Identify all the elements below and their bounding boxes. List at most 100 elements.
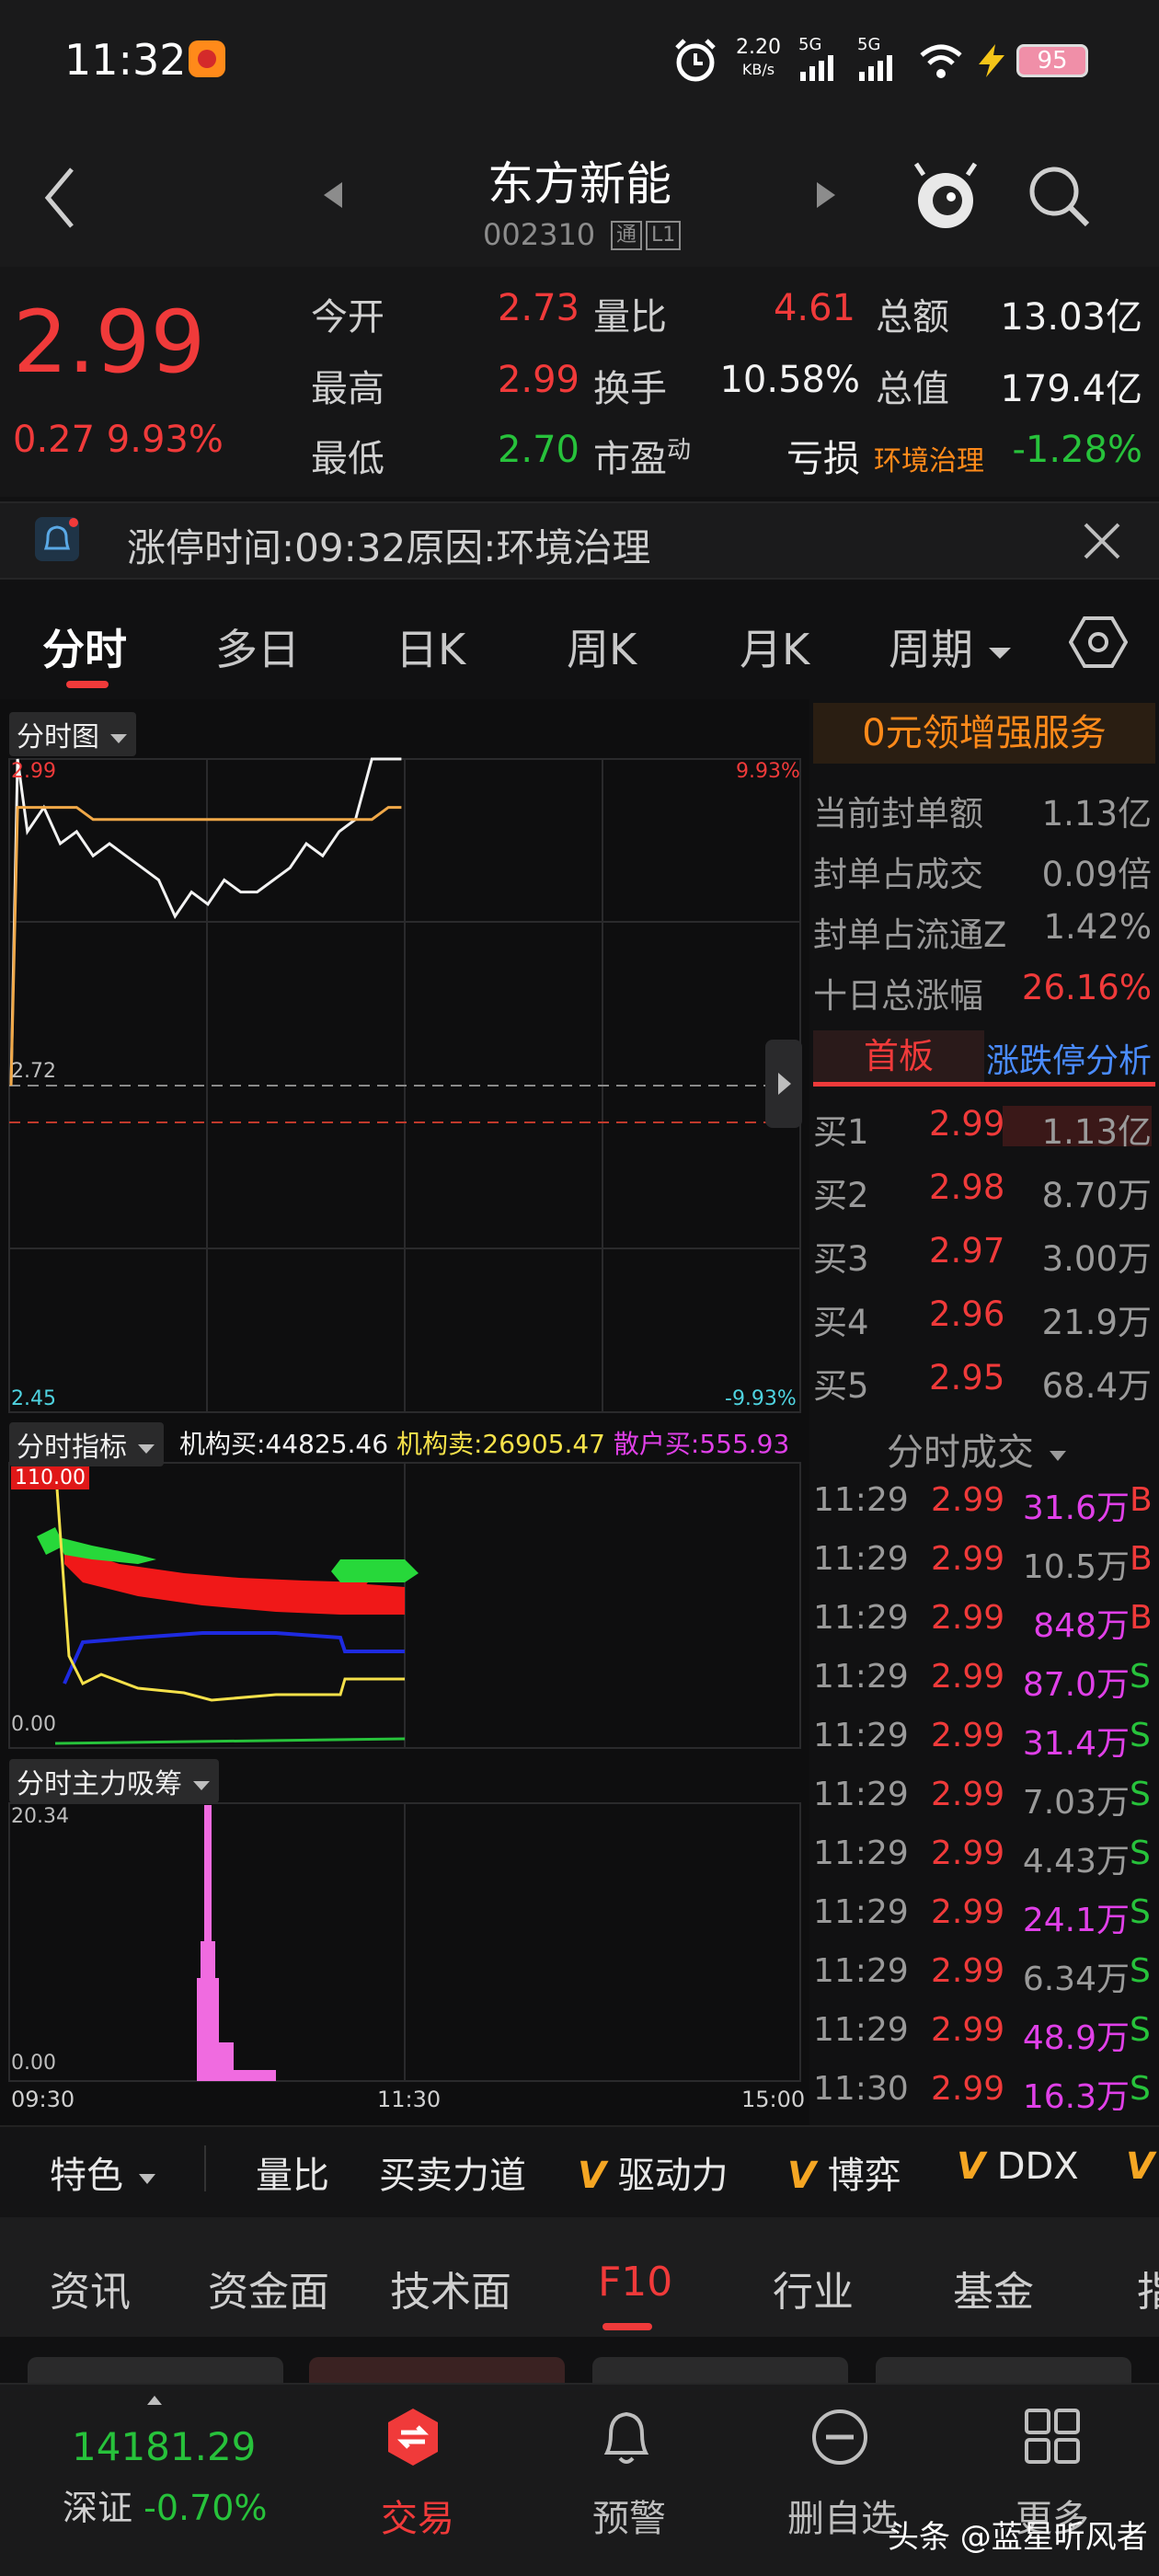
stat-label: 十日总涨幅	[813, 976, 983, 1016]
expand-up-icon[interactable]	[145, 2394, 164, 2407]
next-stock-icon[interactable]	[815, 180, 837, 210]
info-tab-more[interactable]: 指	[1137, 2259, 1159, 2317]
index-value[interactable]: 14181.29	[72, 2424, 256, 2469]
trade-time: 11:29	[813, 1776, 909, 1813]
special-feature-menu[interactable]: 特色	[50, 2145, 159, 2199]
trade-side: B	[1130, 1599, 1153, 1637]
vip-v-icon: V	[787, 2155, 816, 2197]
trade-price: 2.99	[931, 1599, 1005, 1637]
info-tab-industry[interactable]: 行业	[773, 2259, 854, 2317]
first-board-tab[interactable]: 首板	[813, 1030, 984, 1082]
feature-game[interactable]: V 博弈	[787, 2145, 901, 2199]
close-icon[interactable]	[1082, 521, 1122, 561]
more-grid-icon[interactable]	[1023, 2407, 1082, 2466]
trade-price: 2.99	[931, 2011, 1005, 2049]
sector-name[interactable]: 环境治理	[874, 438, 984, 478]
indicator-min-label: 0.00	[11, 1713, 56, 1736]
settings-hexagon-icon[interactable]	[1069, 615, 1128, 670]
search-icon[interactable]	[1027, 164, 1093, 230]
trade-side: S	[1130, 1717, 1151, 1754]
network-2-label: 5G	[857, 35, 881, 54]
pe-value: 亏损	[786, 438, 860, 480]
trade-volume: 7.03万	[1022, 1784, 1130, 1822]
tab-multi-day[interactable]: 多日	[215, 616, 300, 677]
feature-buy-sell-force[interactable]: 买卖力道	[379, 2145, 526, 2199]
expand-chart-handle[interactable]	[765, 1040, 802, 1128]
tab-divider	[813, 1082, 1155, 1087]
tab-weekly-k[interactable]: 周K	[567, 616, 637, 677]
trade-price: 2.99	[931, 1717, 1005, 1754]
content-card	[309, 2357, 565, 2383]
trade-volume: 848万	[1033, 1607, 1130, 1645]
content-card	[28, 2357, 283, 2383]
alert-bell-icon[interactable]	[598, 2407, 655, 2467]
notice-text: 涨停时间:09:32原因:环境治理	[127, 525, 651, 570]
info-tab-capital[interactable]: 资金面	[208, 2259, 329, 2317]
trade-time: 11:29	[813, 1481, 909, 1519]
trade-time: 11:29	[813, 1952, 909, 1990]
mascot-icon[interactable]	[911, 158, 981, 234]
bid-price: 2.95	[929, 1358, 1005, 1397]
trade-volume: 87.0万	[1022, 1666, 1130, 1704]
stock-code: 002310	[483, 217, 596, 252]
info-tab-f10[interactable]: F10	[598, 2259, 672, 2306]
feature-ddx[interactable]: V DDX	[957, 2145, 1079, 2188]
main-chart-selector[interactable]: 分时图	[9, 712, 136, 756]
trade-icon[interactable]	[383, 2407, 443, 2467]
indicator-selector[interactable]: 分时指标	[9, 1422, 164, 1466]
turnover-amount-label: 总额	[876, 296, 949, 339]
flow-label: 分时主力吸筹	[17, 1768, 182, 1800]
limit-analysis-tab[interactable]: 涨跌停分析	[986, 1034, 1152, 1082]
bid-label: 买4	[813, 1303, 869, 1342]
open-label: 今开	[311, 296, 384, 339]
network-1-label: 5G	[798, 35, 822, 54]
trades-title[interactable]: 分时成交	[887, 1422, 1070, 1476]
content-card	[592, 2357, 848, 2383]
watermark: 头条 @蓝星听风者	[888, 2519, 1148, 2556]
pct-high-label: 9.93%	[736, 760, 800, 783]
pe-label-text: 市盈	[593, 438, 667, 480]
bid-volume: 21.9万	[1041, 1303, 1152, 1342]
trade-volume: 31.4万	[1022, 1725, 1130, 1763]
trade-price: 2.99	[931, 1776, 1005, 1813]
info-tab-news[interactable]: 资讯	[50, 2259, 131, 2317]
trade-volume: 31.6万	[1022, 1489, 1130, 1527]
nav-alert[interactable]: 预警	[592, 2489, 666, 2542]
pct-low-label: -9.93%	[725, 1387, 797, 1410]
feature-volume-ratio[interactable]: 量比	[256, 2145, 329, 2199]
trade-time: 11:29	[813, 2011, 909, 2049]
nav-remove-watchlist[interactable]: 删自选	[787, 2489, 898, 2542]
price-low-label: 2.45	[11, 1387, 56, 1410]
nav-trade[interactable]: 交易	[381, 2489, 454, 2542]
promo-banner[interactable]: 0元领增强服务	[813, 703, 1155, 764]
volume-ratio-label: 量比	[593, 296, 667, 339]
turnover-amount-value: 13.03亿	[1000, 296, 1142, 339]
pe-label: 市盈动	[593, 429, 691, 482]
indicator-bars	[37, 1527, 419, 1615]
trade-volume: 10.5万	[1022, 1548, 1130, 1586]
trade-side: S	[1130, 1834, 1151, 1872]
feature-driving-force[interactable]: V 驱动力	[578, 2145, 729, 2199]
trade-side: S	[1130, 2070, 1151, 2108]
low-label: 最低	[311, 438, 384, 480]
market-cap-value: 179.4亿	[1000, 368, 1142, 410]
tab-period[interactable]: 周期	[889, 616, 1013, 677]
feature-more-vip[interactable]: V	[1126, 2145, 1154, 2188]
time-end-label: 15:00	[741, 2087, 806, 2112]
trade-side: S	[1130, 2011, 1151, 2049]
stat-value: 26.16%	[1021, 968, 1152, 1007]
tab-monthly-k[interactable]: 月K	[740, 616, 809, 677]
institution-buy-line	[63, 1631, 405, 1685]
tab-daily-k[interactable]: 日K	[396, 616, 465, 677]
trade-price: 2.99	[931, 1834, 1005, 1872]
vip-v-icon: V	[957, 2145, 985, 2188]
remove-watchlist-icon[interactable]	[809, 2407, 870, 2467]
flow-selector[interactable]: 分时主力吸筹	[9, 1759, 219, 1803]
info-tab-technical[interactable]: 技术面	[390, 2259, 511, 2317]
bid-volume: 8.70万	[1041, 1176, 1152, 1215]
info-tab-fund[interactable]: 基金	[953, 2259, 1034, 2317]
time-start-label: 09:30	[11, 2087, 75, 2112]
high-value: 2.99	[497, 359, 580, 401]
tab-intraday[interactable]: 分时	[42, 616, 127, 677]
trade-time: 11:29	[813, 1658, 909, 1696]
